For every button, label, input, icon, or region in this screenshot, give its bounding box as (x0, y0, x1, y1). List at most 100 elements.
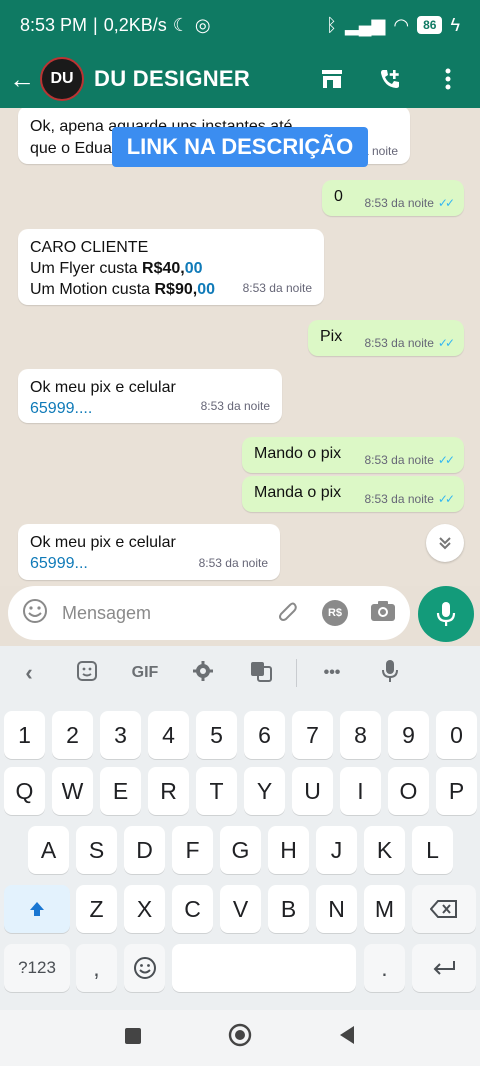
payment-icon[interactable]: R$ (322, 600, 348, 626)
key-3[interactable]: 3 (100, 711, 141, 759)
letter-row-3: Z X C V B N M (0, 885, 480, 935)
number-row: 1 2 3 4 5 6 7 8 9 0 (0, 711, 480, 761)
key-1[interactable]: 1 (4, 711, 45, 759)
message-incoming[interactable]: Ok meu pix e celular 65999.... 8:53 da n… (18, 369, 282, 423)
key-6[interactable]: 6 (244, 711, 285, 759)
emoji-icon[interactable] (22, 598, 48, 629)
key-2[interactable]: 2 (52, 711, 93, 759)
message-time: 8:53 da noite (364, 492, 434, 506)
letter-row-1: Q W E R T Y U I O P (0, 767, 480, 817)
voice-input-icon[interactable] (361, 659, 419, 688)
emoji-key[interactable] (124, 944, 165, 992)
message-time: 8:53 da noite (364, 196, 434, 210)
key-u[interactable]: U (292, 767, 333, 815)
key-0[interactable]: 0 (436, 711, 477, 759)
microphone-button[interactable] (418, 586, 474, 642)
wifi-icon: ◠ (393, 14, 410, 35)
attach-icon[interactable] (276, 599, 300, 628)
key-j[interactable]: J (316, 826, 357, 874)
home-icon[interactable] (228, 1023, 252, 1053)
add-call-icon[interactable] (378, 67, 402, 91)
more-icon[interactable]: ••• (303, 664, 361, 682)
recents-icon[interactable] (124, 1025, 142, 1051)
overlay-banner: LINK NA DESCRIÇÃO (112, 127, 368, 167)
message-outgoing[interactable]: 0 8:53 da noite ✓✓ (322, 180, 464, 216)
key-i[interactable]: I (340, 767, 381, 815)
letter-row-2: A S D F G H J K L (0, 826, 480, 876)
message-outgoing[interactable]: Mando o pix 8:53 da noite ✓✓ (242, 437, 464, 473)
message-outgoing[interactable]: Manda o pix 8:53 da noite ✓✓ (242, 476, 464, 512)
camera-icon[interactable] (370, 600, 396, 627)
message-input[interactable]: Mensagem (62, 603, 151, 624)
key-d[interactable]: D (124, 826, 165, 874)
bottom-row: ?123 , . (0, 944, 480, 994)
key-o[interactable]: O (388, 767, 429, 815)
read-receipt-icon: ✓✓ (437, 336, 455, 350)
signal-icon: ▂▄▆ (344, 14, 386, 35)
key-comma[interactable]: , (76, 944, 117, 992)
system-nav-bar (0, 1010, 480, 1066)
back-arrow-icon[interactable]: ← (4, 64, 40, 95)
backspace-key[interactable] (412, 885, 476, 933)
key-p[interactable]: P (436, 767, 477, 815)
enter-key[interactable] (412, 944, 476, 992)
key-r[interactable]: R (148, 767, 189, 815)
more-options-icon[interactable] (436, 67, 460, 91)
key-g[interactable]: G (220, 826, 261, 874)
key-s[interactable]: S (76, 826, 117, 874)
moon-icon: ☾ (172, 14, 189, 35)
store-icon[interactable] (320, 67, 344, 91)
key-w[interactable]: W (52, 767, 93, 815)
bluetooth-icon: ᛒ (326, 14, 337, 35)
backspace-icon (430, 900, 457, 918)
translate-icon[interactable] (232, 660, 290, 687)
keyboard-toolbar: ‹ GIF ••• (0, 646, 480, 700)
status-time: 8:53 PM (20, 14, 88, 35)
key-k[interactable]: K (364, 826, 405, 874)
message-outgoing[interactable]: Pix 8:53 da noite ✓✓ (308, 320, 464, 356)
key-5[interactable]: 5 (196, 711, 237, 759)
key-f[interactable]: F (172, 826, 213, 874)
sticker-icon[interactable] (58, 660, 116, 687)
key-7[interactable]: 7 (292, 711, 333, 759)
key-period[interactable]: . (364, 944, 405, 992)
key-z[interactable]: Z (76, 885, 117, 933)
key-x[interactable]: X (124, 885, 165, 933)
charging-icon: ϟ (450, 14, 460, 35)
read-receipt-icon: ✓✓ (437, 492, 455, 506)
gif-button[interactable]: GIF (116, 664, 174, 682)
message-time: 8:53 da noite (200, 399, 270, 413)
read-receipt-icon: ✓✓ (437, 453, 455, 467)
chat-header: ← DU DU DESIGNER (0, 50, 480, 108)
key-b[interactable]: B (268, 885, 309, 933)
chevron-left-icon[interactable]: ‹ (0, 660, 58, 686)
status-network: 0,2KB/s (103, 14, 167, 35)
key-a[interactable]: A (28, 826, 69, 874)
chat-area[interactable]: Ok, apena aguarde uns instantes até que … (0, 108, 480, 586)
key-q[interactable]: Q (4, 767, 45, 815)
key-4[interactable]: 4 (148, 711, 189, 759)
space-key[interactable] (172, 944, 356, 992)
key-l[interactable]: L (412, 826, 453, 874)
symbols-key[interactable]: ?123 (4, 944, 70, 992)
key-e[interactable]: E (100, 767, 141, 815)
key-t[interactable]: T (196, 767, 237, 815)
key-8[interactable]: 8 (340, 711, 381, 759)
message-time: 8:53 da noite (364, 336, 434, 350)
back-icon[interactable] (338, 1025, 356, 1051)
key-v[interactable]: V (220, 885, 261, 933)
key-h[interactable]: H (268, 826, 309, 874)
avatar[interactable]: DU (40, 57, 84, 101)
chat-title[interactable]: DU DESIGNER (94, 66, 250, 92)
key-n[interactable]: N (316, 885, 357, 933)
message-time: 8:53 da noite (364, 453, 434, 467)
shift-key[interactable] (4, 885, 70, 933)
key-c[interactable]: C (172, 885, 213, 933)
key-y[interactable]: Y (244, 767, 285, 815)
message-incoming[interactable]: CARO CLIENTE Um Flyer custa R$40,00 Um M… (18, 229, 324, 305)
key-9[interactable]: 9 (388, 711, 429, 759)
settings-icon[interactable] (174, 660, 232, 687)
key-m[interactable]: M (364, 885, 405, 933)
message-incoming[interactable]: Ok meu pix e celular 65999... 8:53 da no… (18, 524, 280, 580)
scroll-down-button[interactable] (426, 524, 464, 562)
